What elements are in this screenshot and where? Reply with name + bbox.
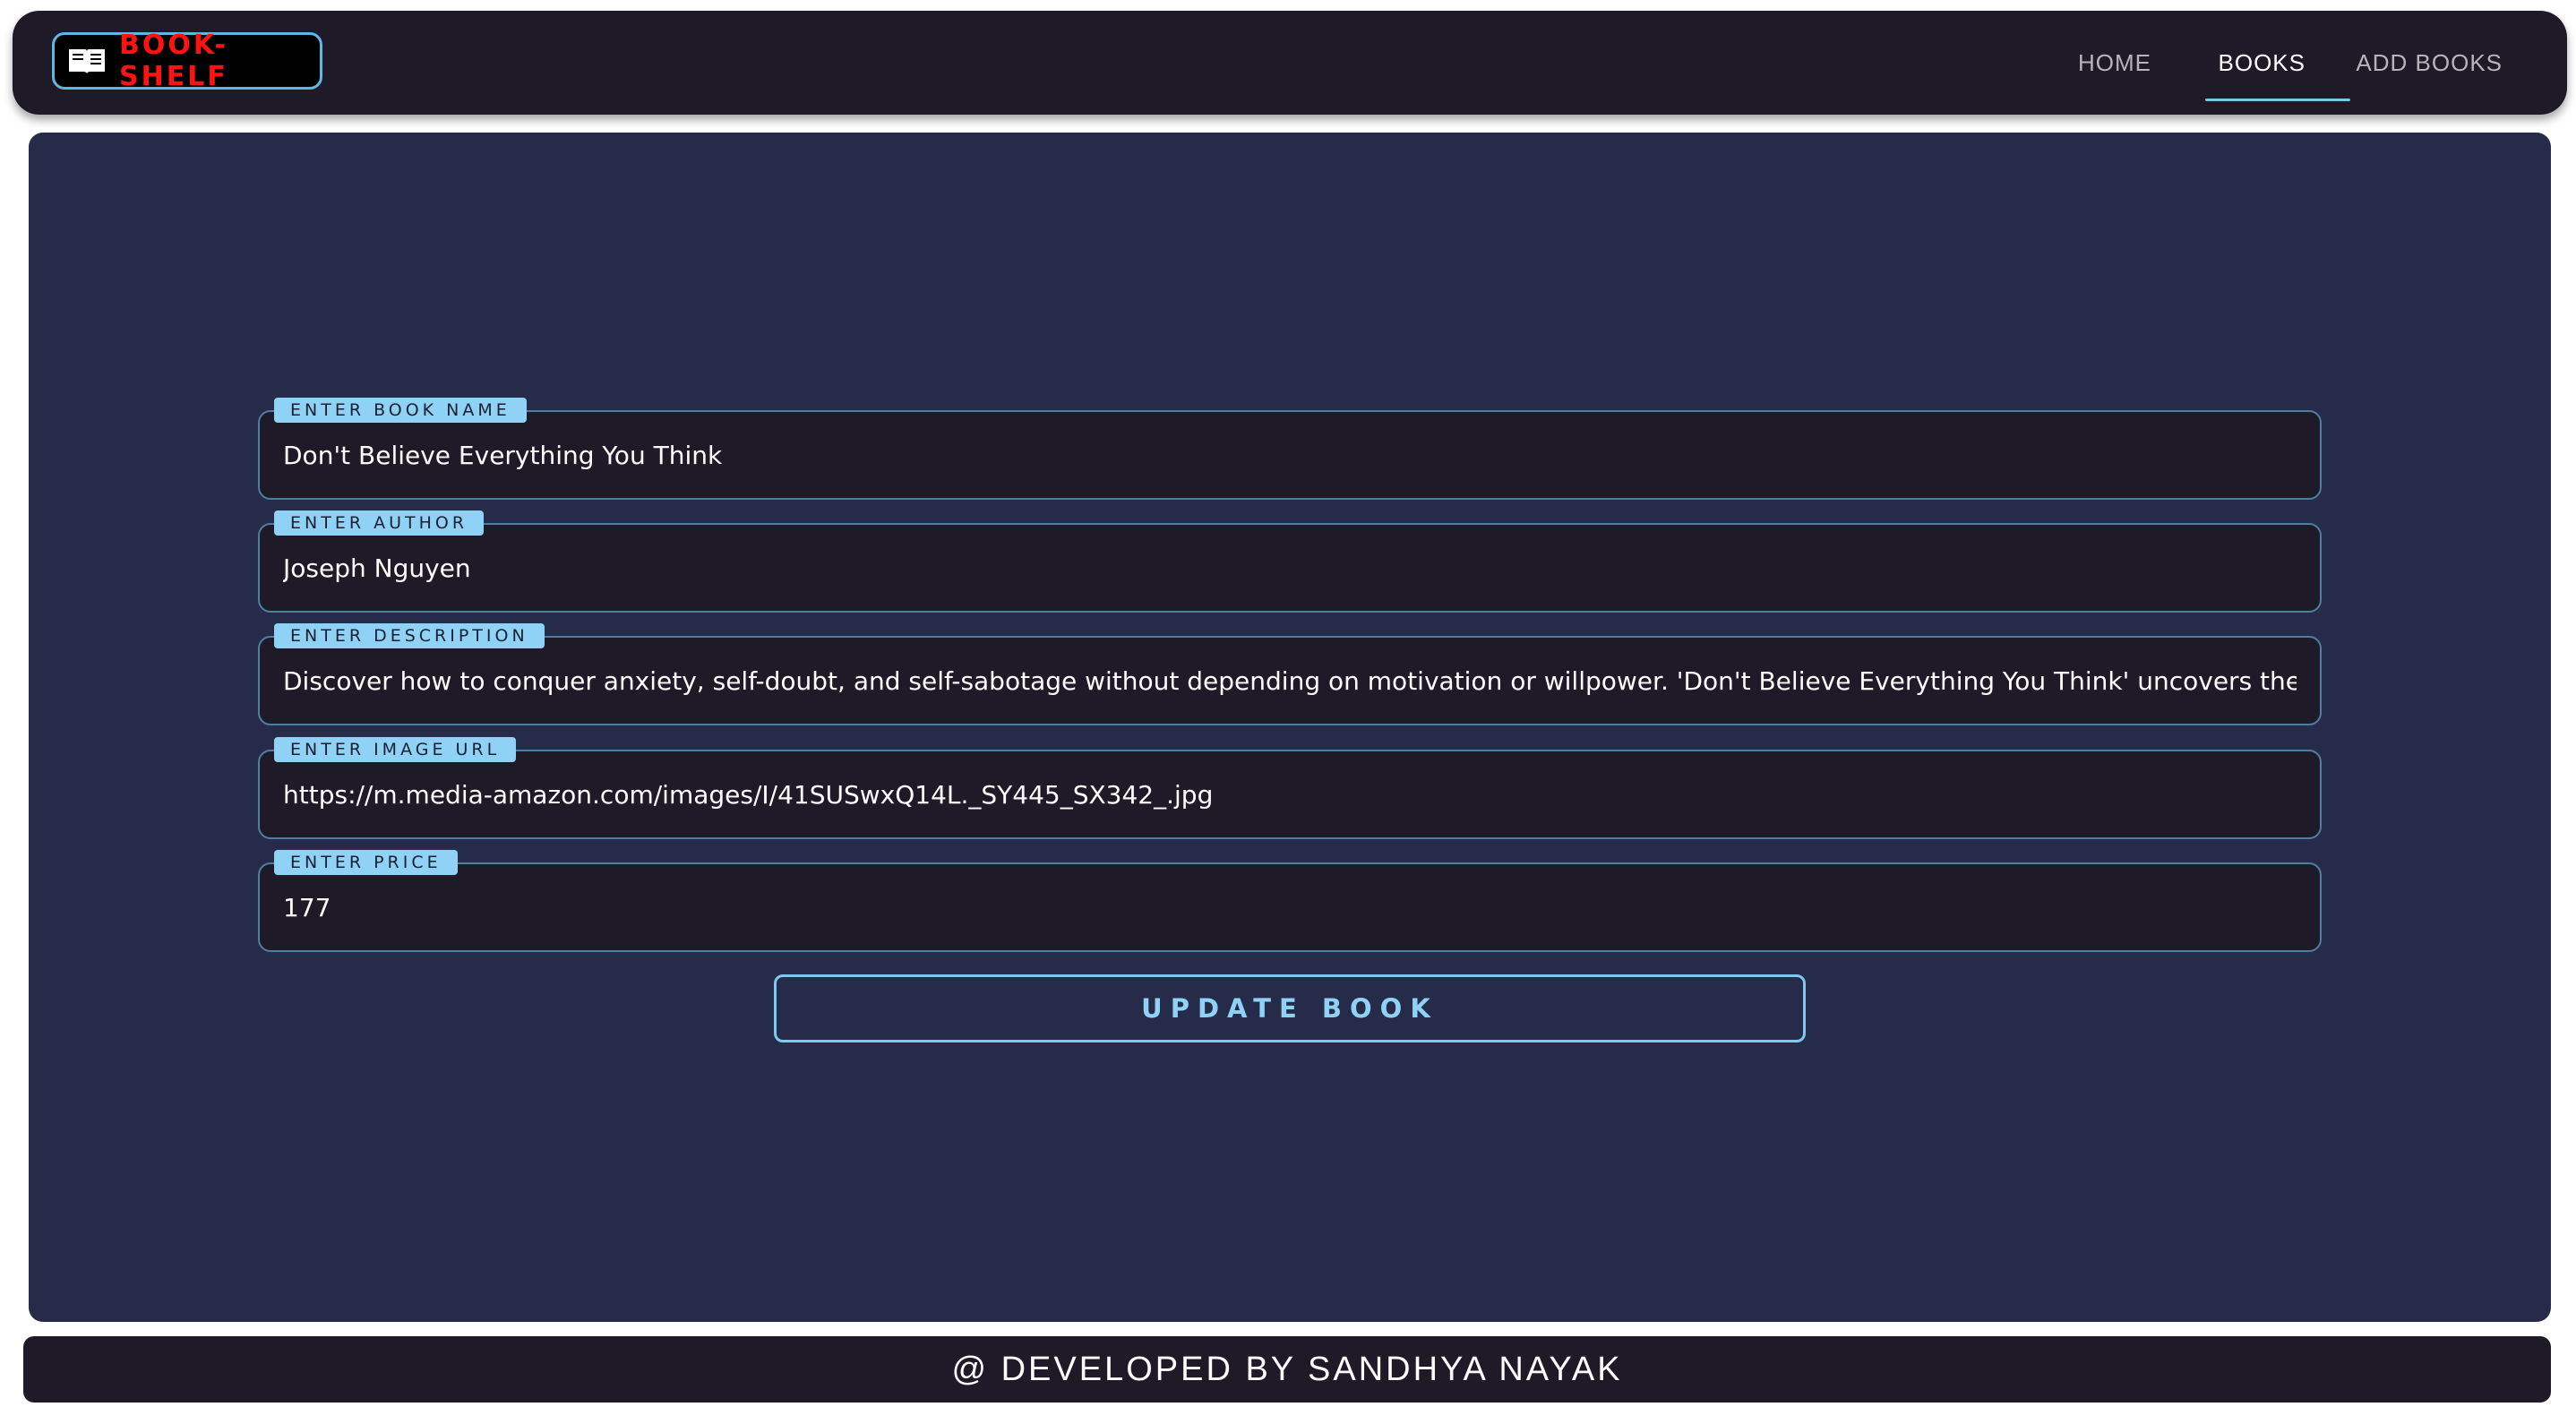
update-book-panel: ENTER BOOK NAME ENTER AUTHOR ENTER DESCR… — [29, 133, 2551, 1322]
nav-home-link[interactable]: HOME — [2078, 11, 2151, 115]
nav-add-books-link[interactable]: ADD BOOKS — [2356, 11, 2503, 115]
book-name-input[interactable] — [283, 412, 2297, 498]
author-field: ENTER AUTHOR — [258, 510, 2322, 613]
image-url-field: ENTER IMAGE URL — [258, 737, 2322, 839]
book-name-field: ENTER BOOK NAME — [258, 398, 2322, 500]
active-tab-indicator — [2205, 99, 2350, 101]
brand-logo[interactable]: BOOK-SHELF — [52, 30, 322, 92]
description-field: ENTER DESCRIPTION — [258, 623, 2322, 725]
image-url-input[interactable] — [283, 751, 2297, 837]
author-input[interactable] — [283, 525, 2297, 611]
footer: @ DEVELOPED BY SANDHYA NAYAK — [23, 1336, 2551, 1403]
description-input[interactable] — [283, 638, 2297, 724]
price-field: ENTER PRICE — [258, 850, 2322, 952]
price-input[interactable] — [283, 864, 2297, 950]
open-book-icon — [67, 46, 107, 76]
navbar: BOOK-SHELF HOME BOOKS ADD BOOKS — [13, 11, 2567, 115]
update-book-button[interactable]: UPDATE BOOK — [774, 974, 1806, 1042]
footer-credit: @ DEVELOPED BY SANDHYA NAYAK — [951, 1351, 1623, 1388]
brand-name: BOOK-SHELF — [119, 30, 228, 92]
